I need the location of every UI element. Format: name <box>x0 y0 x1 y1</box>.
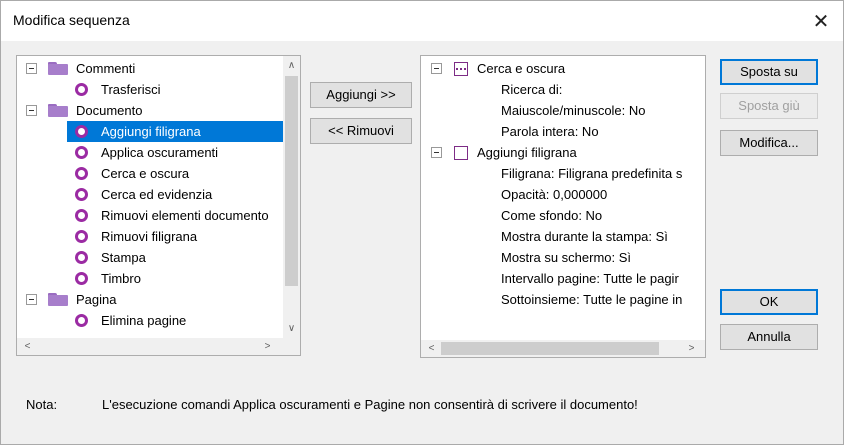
tree-folder[interactable]: Pagina <box>17 289 283 310</box>
tree-command[interactable]: Aggiungi filigrana <box>67 121 283 142</box>
tree-command[interactable]: Rimuovi filigrana <box>17 226 283 247</box>
remove-button[interactable]: << Rimuovi <box>310 118 412 144</box>
scroll-right-icon[interactable]: > <box>259 338 276 355</box>
tree-label: Applica oscuramenti <box>101 145 219 160</box>
step-property[interactable]: Come sfondo: No <box>421 205 705 226</box>
sequence-tree-horizontal-scrollbar[interactable]: < > <box>421 340 705 357</box>
folder-icon <box>48 62 68 75</box>
tree-command[interactable]: Rimuovi elementi documento <box>17 205 283 226</box>
collapse-toggle-icon[interactable] <box>431 147 442 158</box>
folder-icon <box>48 104 68 117</box>
command-icon <box>75 251 88 264</box>
property-label: Mostra durante la stampa: Sì <box>501 229 668 244</box>
add-button[interactable]: Aggiungi >> <box>310 82 412 108</box>
close-icon[interactable]: ✕ <box>799 1 843 41</box>
step-property[interactable]: Ricerca di: <box>421 79 705 100</box>
tree-label: Pagina <box>76 292 117 307</box>
command-icon <box>75 314 88 327</box>
move-down-button[interactable]: Sposta giù <box>720 93 818 119</box>
tree-command[interactable]: Cerca ed evidenzia <box>17 184 283 205</box>
scroll-right-icon[interactable]: > <box>683 340 700 357</box>
scroll-up-icon[interactable]: ∧ <box>283 57 300 74</box>
step-property[interactable]: Mostra su schermo: Sì <box>421 247 705 268</box>
command-icon <box>75 272 88 285</box>
edit-button[interactable]: Modifica... <box>720 130 818 156</box>
property-label: Intervallo pagine: Tutte le pagir <box>501 271 679 286</box>
property-label: Mostra su schermo: Sì <box>501 250 632 265</box>
tree-label: Elimina pagine <box>101 313 187 328</box>
command-icon <box>75 125 88 138</box>
title-bar: Modifica sequenza ✕ <box>1 1 843 41</box>
command-icon <box>75 83 88 96</box>
step-property[interactable]: Opacità: 0,000000 <box>421 184 705 205</box>
command-icon <box>75 167 88 180</box>
tree-command[interactable]: Elimina pagine <box>17 310 283 331</box>
redact-icon <box>454 62 468 76</box>
scroll-thumb[interactable] <box>285 76 298 286</box>
property-label: Maiuscole/minuscole: No <box>501 103 646 118</box>
step-property[interactable]: Filigrana: Filigrana predefinita s <box>421 163 705 184</box>
sequence-tree[interactable]: Cerca e oscura Ricerca di: Maiuscole/minus… <box>420 55 706 358</box>
commands-tree-horizontal-scrollbar[interactable]: < > <box>17 338 283 355</box>
commands-tree-vertical-scrollbar[interactable]: ∧ ∨ <box>283 56 300 340</box>
tree-folder[interactable]: Documento <box>17 100 283 121</box>
command-icon <box>75 188 88 201</box>
checkbox-icon[interactable] <box>454 146 468 160</box>
sequence-step[interactable]: Aggiungi filigrana <box>421 142 705 163</box>
property-label: Ricerca di: <box>501 82 563 97</box>
scroll-left-icon[interactable]: < <box>19 338 36 355</box>
ok-button[interactable]: OK <box>720 289 818 315</box>
tree-label: Stampa <box>101 250 146 265</box>
dialog-window: Modifica sequenza ✕ Commenti Trasferisci D… <box>0 0 844 445</box>
scrollbar-corner <box>283 338 300 355</box>
property-label: Sottoinsieme: Tutte le pagine in <box>501 292 683 307</box>
tree-label: Cerca ed evidenzia <box>101 187 213 202</box>
note-label: Nota: <box>26 397 58 412</box>
tree-label: Trasferisci <box>101 82 161 97</box>
command-icon <box>75 146 88 159</box>
tree-command[interactable]: Stampa <box>17 247 283 268</box>
tree-label: Cerca e oscura <box>101 166 190 181</box>
tree-label: Commenti <box>76 61 136 76</box>
collapse-toggle-icon[interactable] <box>431 63 442 74</box>
step-label: Aggiungi filigrana <box>477 145 577 160</box>
tree-command[interactable]: Trasferisci <box>17 79 283 100</box>
note-text: L'esecuzione comandi Applica oscuramenti… <box>102 397 638 412</box>
folder-icon <box>48 293 68 306</box>
collapse-toggle-icon[interactable] <box>26 105 37 116</box>
move-up-button[interactable]: Sposta su <box>720 59 818 85</box>
sequence-step[interactable]: Cerca e oscura <box>421 58 705 79</box>
tree-label: Rimuovi elementi documento <box>101 208 269 223</box>
collapse-toggle-icon[interactable] <box>26 63 37 74</box>
window-title: Modifica sequenza <box>13 12 130 28</box>
step-property[interactable]: Mostra durante la stampa: Sì <box>421 226 705 247</box>
tree-label: Documento <box>76 103 143 118</box>
cancel-button[interactable]: Annulla <box>720 324 818 350</box>
scroll-thumb[interactable] <box>441 342 659 355</box>
collapse-toggle-icon[interactable] <box>26 294 37 305</box>
command-icon <box>75 209 88 222</box>
property-label: Parola intera: No <box>501 124 599 139</box>
step-property[interactable]: Sottoinsieme: Tutte le pagine in <box>421 289 705 310</box>
scroll-left-icon[interactable]: < <box>423 340 440 357</box>
command-icon <box>75 230 88 243</box>
tree-command[interactable]: Cerca e oscura <box>17 163 283 184</box>
property-label: Filigrana: Filigrana predefinita s <box>501 166 683 181</box>
tree-command[interactable]: Applica oscuramenti <box>17 142 283 163</box>
step-property[interactable]: Parola intera: No <box>421 121 705 142</box>
tree-label: Rimuovi filigrana <box>101 229 198 244</box>
tree-command[interactable]: Timbro <box>17 268 283 289</box>
commands-tree[interactable]: Commenti Trasferisci Documento Aggiungi fil… <box>16 55 301 356</box>
tree-label: Timbro <box>101 271 141 286</box>
property-label: Come sfondo: No <box>501 208 603 223</box>
tree-folder[interactable]: Commenti <box>17 58 283 79</box>
tree-label: Aggiungi filigrana <box>101 124 201 139</box>
property-label: Opacità: 0,000000 <box>501 187 608 202</box>
step-property[interactable]: Maiuscole/minuscole: No <box>421 100 705 121</box>
step-property[interactable]: Intervallo pagine: Tutte le pagir <box>421 268 705 289</box>
step-label: Cerca e oscura <box>477 61 566 76</box>
scroll-down-icon[interactable]: ∨ <box>283 320 300 337</box>
